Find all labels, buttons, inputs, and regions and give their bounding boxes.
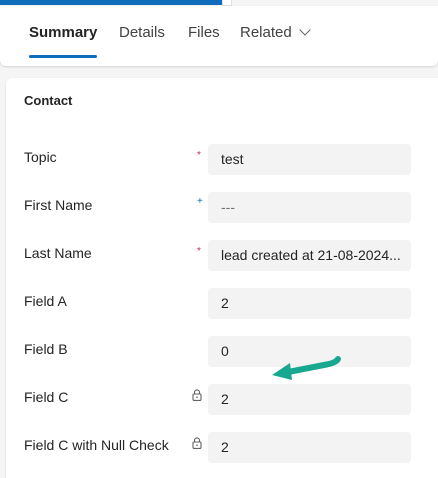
field-a-label: Field A xyxy=(24,293,67,309)
last-name-field[interactable]: lead created at 21-08-2024... xyxy=(208,240,411,271)
field-c-label: Field C xyxy=(24,389,69,405)
last-name-label: Last Name xyxy=(24,245,92,261)
tab-summary[interactable]: Summary xyxy=(29,24,97,41)
first-name-field[interactable]: --- xyxy=(208,192,411,223)
field-a-input[interactable]: 2 xyxy=(208,288,411,319)
tab-files[interactable]: Files xyxy=(188,24,220,41)
required-indicator: * xyxy=(197,246,201,257)
header-accent-bar xyxy=(0,0,222,5)
section-title: Contact xyxy=(24,93,73,108)
recommended-indicator: + xyxy=(197,196,203,207)
required-indicator: * xyxy=(197,150,201,161)
tab-bar: Summary Details Files Related xyxy=(0,6,438,66)
lock-icon xyxy=(192,437,202,449)
active-tab-indicator xyxy=(29,55,97,58)
topic-field[interactable]: test xyxy=(208,144,411,175)
topic-label: Topic xyxy=(24,149,57,165)
annotation-arrow-icon xyxy=(272,356,341,380)
chevron-down-icon xyxy=(299,24,311,36)
tab-details[interactable]: Details xyxy=(119,24,165,41)
field-c-null-check-label: Field C with Null Check xyxy=(24,437,169,453)
tab-related[interactable]: Related xyxy=(240,24,311,41)
field-b-label: Field B xyxy=(24,341,68,357)
tab-related-label: Related xyxy=(240,24,292,41)
field-c-input: 2 xyxy=(208,384,411,415)
lock-icon xyxy=(192,389,202,401)
field-c-null-check-input: 2 xyxy=(208,432,411,463)
contact-section: Contact Topic * test First Name + --- La… xyxy=(6,78,438,478)
first-name-label: First Name xyxy=(24,197,93,213)
